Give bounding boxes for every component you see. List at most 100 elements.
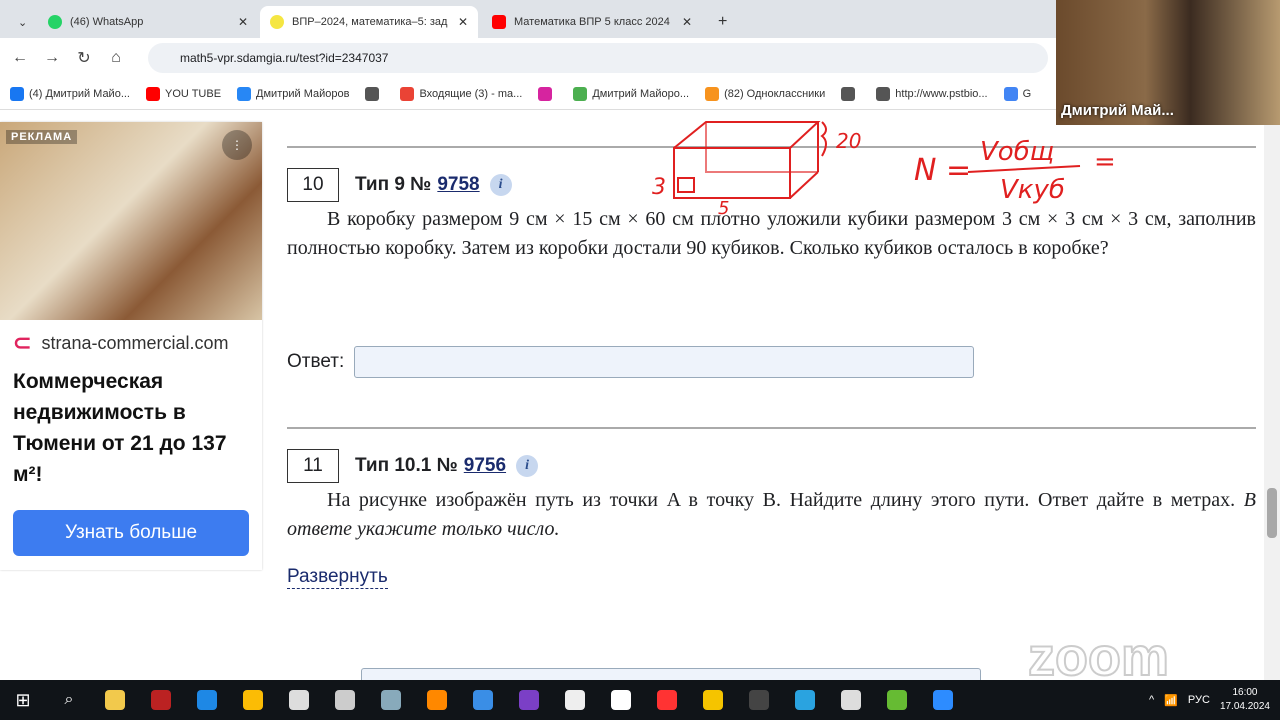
ad-site[interactable]: ⊂ strana-commercial.com bbox=[13, 330, 249, 356]
tab-label: Математика ВПР 5 класс 2024 bbox=[514, 16, 670, 28]
advertisement[interactable]: РЕКЛАМА ⋮ ⊂ strana-commercial.com Коммерче… bbox=[0, 122, 262, 570]
bookmark-label: http://www.pstbio... bbox=[895, 87, 988, 100]
close-icon[interactable]: ✕ bbox=[682, 15, 692, 29]
answer-input[interactable] bbox=[354, 346, 975, 378]
app-icon[interactable] bbox=[690, 680, 736, 720]
bookmark-item[interactable]: Входящие (3) - ma... bbox=[400, 86, 523, 101]
question-link[interactable]: 9756 bbox=[464, 455, 506, 477]
bookmark-item[interactable]: Дмитрий Майоро... bbox=[573, 86, 689, 101]
bookmark-icon bbox=[705, 86, 720, 101]
brand-icon: ⊂ bbox=[13, 330, 32, 355]
file-explorer-icon[interactable] bbox=[92, 680, 138, 720]
bookmark-icon bbox=[876, 86, 891, 101]
clock[interactable]: 16:00 17.04.2024 bbox=[1220, 686, 1270, 714]
zoom-watermark: zoom bbox=[1027, 626, 1170, 688]
whatsapp-icon bbox=[48, 15, 62, 29]
annotation-equals: = bbox=[1094, 147, 1116, 177]
store-icon[interactable] bbox=[276, 680, 322, 720]
bookmark-item[interactable]: http://www.pstbio... bbox=[876, 86, 988, 101]
chrome-icon[interactable] bbox=[230, 680, 276, 720]
info-icon[interactable]: i bbox=[516, 455, 539, 477]
close-icon[interactable]: ✕ bbox=[458, 15, 468, 29]
app-icon[interactable] bbox=[552, 680, 598, 720]
question-text: На рисунке изображён путь из точки A в т… bbox=[287, 486, 1256, 544]
bookmark-item[interactable] bbox=[841, 86, 860, 101]
answer-row: Ответ: bbox=[287, 346, 975, 378]
start-icon[interactable]: ⊞ bbox=[0, 680, 46, 720]
video-participant[interactable]: Дмитрий Май... bbox=[1056, 0, 1280, 125]
paint-icon[interactable] bbox=[368, 680, 414, 720]
bookmark-icon bbox=[1003, 86, 1018, 101]
vlc-icon[interactable] bbox=[414, 680, 460, 720]
onenote-icon[interactable] bbox=[506, 680, 552, 720]
scrollbar[interactable] bbox=[1264, 112, 1280, 680]
url-input[interactable]: math5-vpr.sdamgia.ru/test?id=2347037 bbox=[148, 43, 1048, 73]
annotation-denominator: Vкуб bbox=[1000, 175, 1065, 205]
scrollbar-thumb[interactable] bbox=[1267, 488, 1277, 538]
question-text-main: На рисунке изображён путь из точки A в т… bbox=[327, 489, 1236, 511]
divider bbox=[287, 146, 1256, 148]
yandex-icon[interactable] bbox=[644, 680, 690, 720]
learn-more-button[interactable]: Узнать больше bbox=[13, 510, 249, 556]
bookmark-label: Входящие (3) - ma... bbox=[419, 87, 523, 100]
taskbar: ⊞ ⌕ ^ 📶 РУС 16:00 17.04.2024 bbox=[0, 680, 1280, 720]
question-header: 11 Тип 10.1 № 9756 i bbox=[287, 449, 539, 483]
bookmark-item[interactable]: YOU TUBE bbox=[146, 86, 222, 101]
bookmark-item[interactable]: (82) Одноклассники bbox=[705, 86, 826, 101]
bookmark-item[interactable] bbox=[365, 86, 384, 101]
bookmark-icon bbox=[538, 86, 553, 101]
time: 16:00 bbox=[1232, 687, 1258, 698]
answer-label: Ответ: bbox=[287, 351, 345, 372]
url-text: math5-vpr.sdamgia.ru/test?id=2347037 bbox=[180, 51, 389, 65]
calculator-icon[interactable] bbox=[322, 680, 368, 720]
bookmark-label: Дмитрий Майоров bbox=[256, 87, 350, 100]
ad-site-text: strana-commercial.com bbox=[41, 332, 229, 353]
bookmark-icon bbox=[573, 86, 588, 101]
bookmark-icon bbox=[10, 86, 24, 101]
question-type: Тип 10.1 № bbox=[355, 455, 458, 476]
bookmark-item[interactable] bbox=[538, 86, 557, 101]
obs-icon[interactable] bbox=[736, 680, 782, 720]
tab-label: ВПР–2024, математика–5: зад bbox=[292, 16, 448, 28]
tab-youtube[interactable]: Математика ВПР 5 класс 2024 ✕ bbox=[482, 6, 702, 38]
date: 17.04.2024 bbox=[1219, 701, 1270, 712]
question-link[interactable]: 9758 bbox=[437, 174, 479, 196]
ad-title[interactable]: Коммерческая недвижимость в Тюмени от 21… bbox=[13, 366, 249, 490]
settings-icon[interactable] bbox=[828, 680, 874, 720]
forward-icon[interactable]: → bbox=[36, 49, 68, 67]
utorrent-icon[interactable] bbox=[874, 680, 920, 720]
reload-icon[interactable]: ↻ bbox=[68, 48, 100, 68]
tab-whatsapp[interactable]: (46) WhatsApp ✕ bbox=[38, 6, 258, 38]
bookmark-label: YOU TUBE bbox=[165, 87, 222, 100]
network-icon[interactable]: 📶 bbox=[1164, 694, 1178, 707]
ad-image[interactable]: РЕКЛАМА ⋮ bbox=[0, 122, 262, 320]
more-icon[interactable]: ⋮ bbox=[222, 130, 252, 160]
info-icon[interactable]: i bbox=[489, 174, 512, 196]
language-indicator[interactable]: РУС bbox=[1188, 694, 1210, 706]
annotation-numerator: Vобщ bbox=[980, 137, 1054, 167]
screen-capture-icon[interactable] bbox=[138, 680, 184, 720]
close-icon[interactable]: ✕ bbox=[238, 15, 248, 29]
telegram-icon[interactable] bbox=[782, 680, 828, 720]
annotation-formula: N = bbox=[914, 153, 971, 188]
zoom-icon[interactable] bbox=[920, 680, 966, 720]
box-drawing bbox=[673, 121, 1081, 199]
search-icon[interactable]: ⌕ bbox=[46, 680, 92, 720]
yandex-browser-icon[interactable] bbox=[598, 680, 644, 720]
bookmark-item[interactable]: Дмитрий Майоров bbox=[237, 86, 350, 101]
expand-link[interactable]: Развернуть bbox=[287, 566, 388, 589]
chevron-up-icon[interactable]: ^ bbox=[1149, 694, 1154, 706]
bookmark-item[interactable]: (4) Дмитрий Майо... bbox=[10, 86, 130, 101]
edge-icon[interactable] bbox=[184, 680, 230, 720]
back-icon[interactable]: ← bbox=[4, 49, 36, 67]
tab-vpr[interactable]: ВПР–2024, математика–5: зад ✕ bbox=[260, 6, 478, 38]
bookmark-item[interactable]: G bbox=[1003, 86, 1031, 101]
tab-search-button[interactable]: ⌄ bbox=[8, 6, 42, 38]
bookmark-label: (82) Одноклассники bbox=[724, 87, 826, 100]
bookmark-icon bbox=[400, 86, 415, 101]
app-icon[interactable] bbox=[460, 680, 506, 720]
question-header: 10 Тип 9 № 9758 i bbox=[287, 168, 512, 202]
home-icon[interactable]: ⌂ bbox=[100, 49, 132, 67]
new-tab-button[interactable]: + bbox=[708, 6, 737, 38]
bookmark-label: (4) Дмитрий Майо... bbox=[29, 87, 130, 100]
